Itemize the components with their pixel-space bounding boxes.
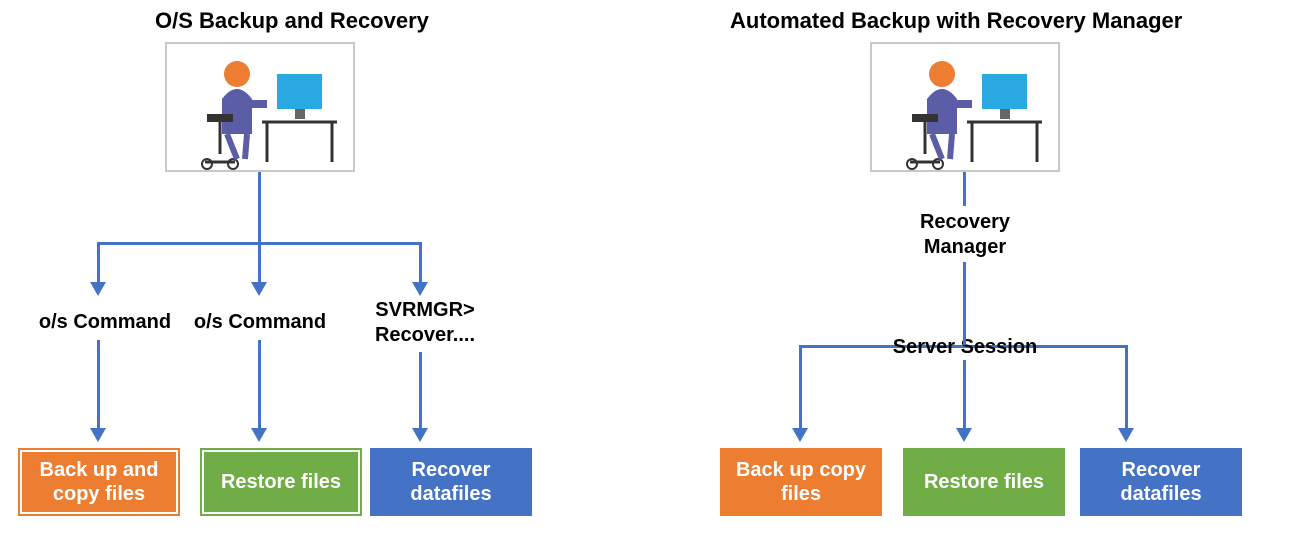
connector bbox=[963, 172, 966, 206]
connector bbox=[1125, 345, 1128, 430]
left-cmd1-label: o/s Command bbox=[35, 310, 175, 335]
person-at-desk-icon bbox=[167, 44, 357, 174]
connector bbox=[258, 172, 261, 242]
left-box-recover: Recover datafiles bbox=[370, 448, 532, 516]
left-cmd2-label: o/s Command bbox=[190, 310, 330, 335]
arrowhead-down-icon bbox=[412, 282, 428, 296]
right-box-recover: Recover datafiles bbox=[1080, 448, 1242, 516]
arrowhead-down-icon bbox=[90, 428, 106, 442]
connector bbox=[963, 360, 966, 430]
arrowhead-down-icon bbox=[1118, 428, 1134, 442]
arrowhead-down-icon bbox=[251, 428, 267, 442]
arrowhead-down-icon bbox=[792, 428, 808, 442]
connector bbox=[419, 352, 422, 430]
connector bbox=[258, 340, 261, 430]
arrowhead-down-icon bbox=[412, 428, 428, 442]
left-cmd3-label: SVRMGR> Recover.... bbox=[350, 298, 500, 348]
right-user-illustration bbox=[870, 42, 1060, 172]
connector bbox=[258, 242, 261, 284]
right-title: Automated Backup with Recovery Manager bbox=[730, 8, 1182, 34]
connector bbox=[963, 332, 966, 345]
connector bbox=[963, 262, 966, 332]
arrowhead-down-icon bbox=[956, 428, 972, 442]
connector bbox=[97, 242, 100, 284]
right-box-restore: Restore files bbox=[903, 448, 1065, 516]
left-box-backup: Back up and copy files bbox=[18, 448, 180, 516]
left-user-illustration bbox=[165, 42, 355, 172]
left-title: O/S Backup and Recovery bbox=[155, 8, 429, 34]
arrowhead-down-icon bbox=[251, 282, 267, 296]
recovery-manager-label: Recovery Manager bbox=[900, 210, 1030, 260]
person-at-desk-icon bbox=[872, 44, 1062, 174]
right-box-backup: Back up copy files bbox=[720, 448, 882, 516]
left-box-restore: Restore files bbox=[200, 448, 362, 516]
connector bbox=[419, 242, 422, 284]
connector bbox=[97, 340, 100, 430]
arrowhead-down-icon bbox=[90, 282, 106, 296]
connector bbox=[1050, 345, 1128, 348]
connector bbox=[799, 345, 879, 348]
connector bbox=[799, 345, 802, 430]
